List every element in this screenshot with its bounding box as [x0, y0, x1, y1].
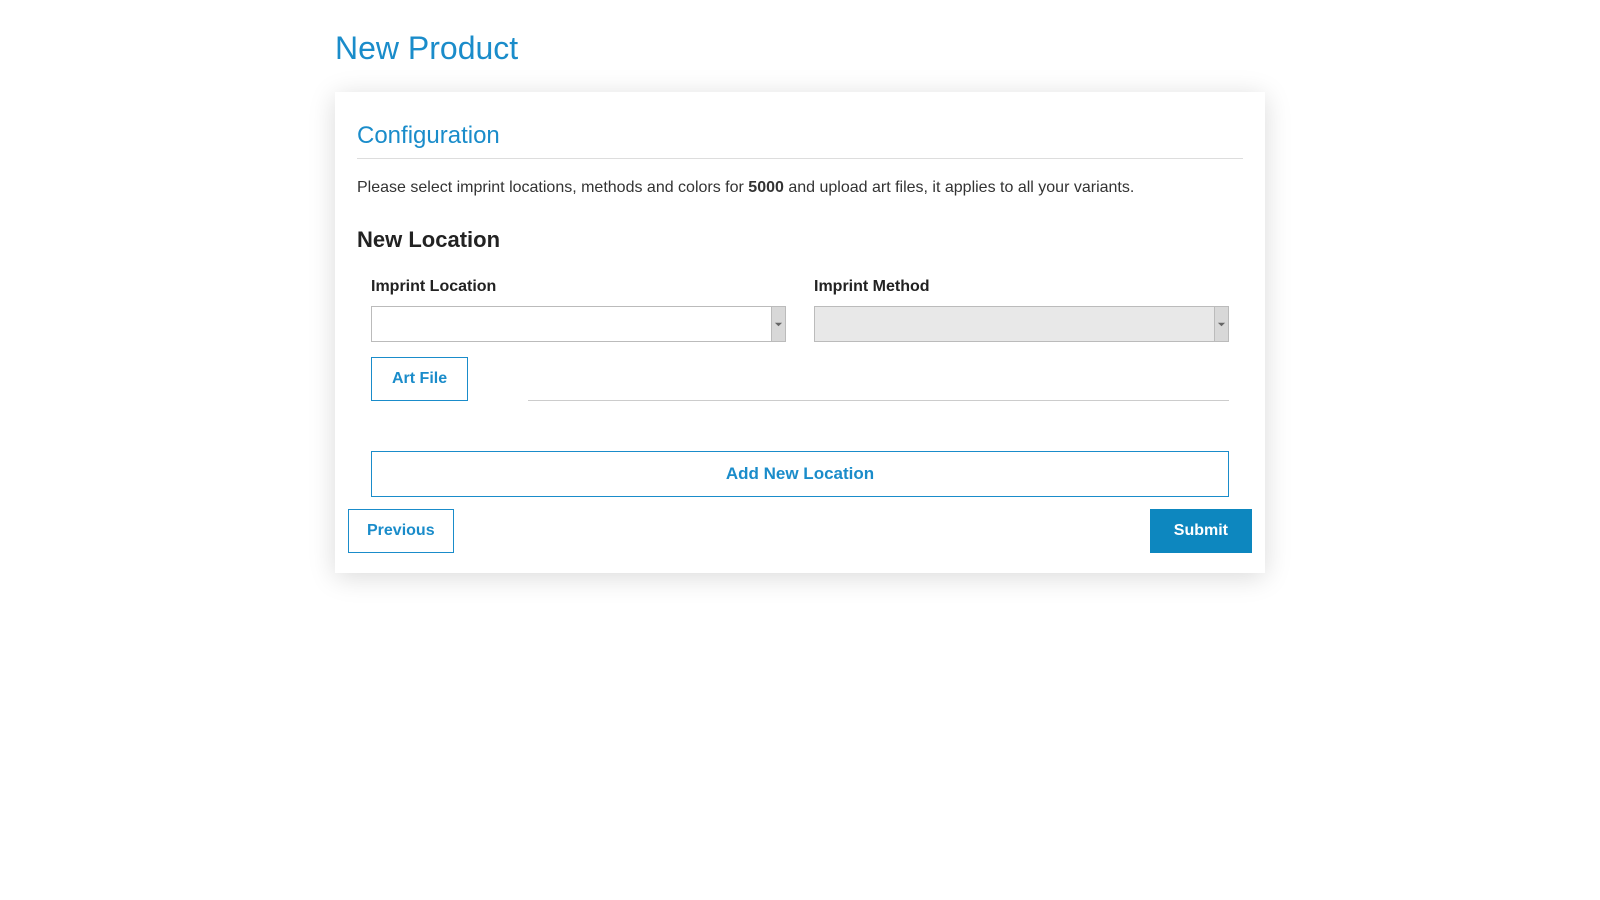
instruction-text: Please select imprint locations, methods…: [357, 179, 1243, 197]
previous-button[interactable]: Previous: [348, 509, 454, 553]
add-new-location-button[interactable]: Add New Location: [371, 451, 1229, 497]
art-file-row: Art File: [357, 357, 1243, 401]
footer-buttons: Previous Submit: [348, 509, 1252, 553]
instruction-suffix: and upload art files, it applies to all …: [784, 179, 1134, 196]
divider-line: [528, 400, 1229, 401]
configuration-card: Configuration Please select imprint loca…: [335, 92, 1265, 573]
add-location-wrap: Add New Location: [357, 451, 1243, 497]
imprint-location-label: Imprint Location: [371, 278, 786, 296]
page-title: New Product: [335, 30, 1265, 67]
imprint-method-select[interactable]: [814, 306, 1229, 342]
chevron-down-icon: [771, 307, 785, 341]
instruction-bold: 5000: [748, 179, 784, 196]
imprint-method-value: [815, 307, 1214, 341]
instruction-prefix: Please select imprint locations, methods…: [357, 179, 748, 196]
form-row: Imprint Location Imprint Method: [357, 278, 1243, 342]
submit-button[interactable]: Submit: [1150, 509, 1252, 553]
imprint-method-group: Imprint Method: [814, 278, 1229, 342]
chevron-down-icon: [1214, 307, 1228, 341]
section-title: Configuration: [357, 122, 1243, 159]
new-location-title: New Location: [357, 227, 1243, 253]
imprint-location-select[interactable]: [371, 306, 786, 342]
imprint-method-label: Imprint Method: [814, 278, 1229, 296]
imprint-location-value: [372, 307, 771, 341]
imprint-location-group: Imprint Location: [371, 278, 786, 342]
art-file-button[interactable]: Art File: [371, 357, 468, 401]
